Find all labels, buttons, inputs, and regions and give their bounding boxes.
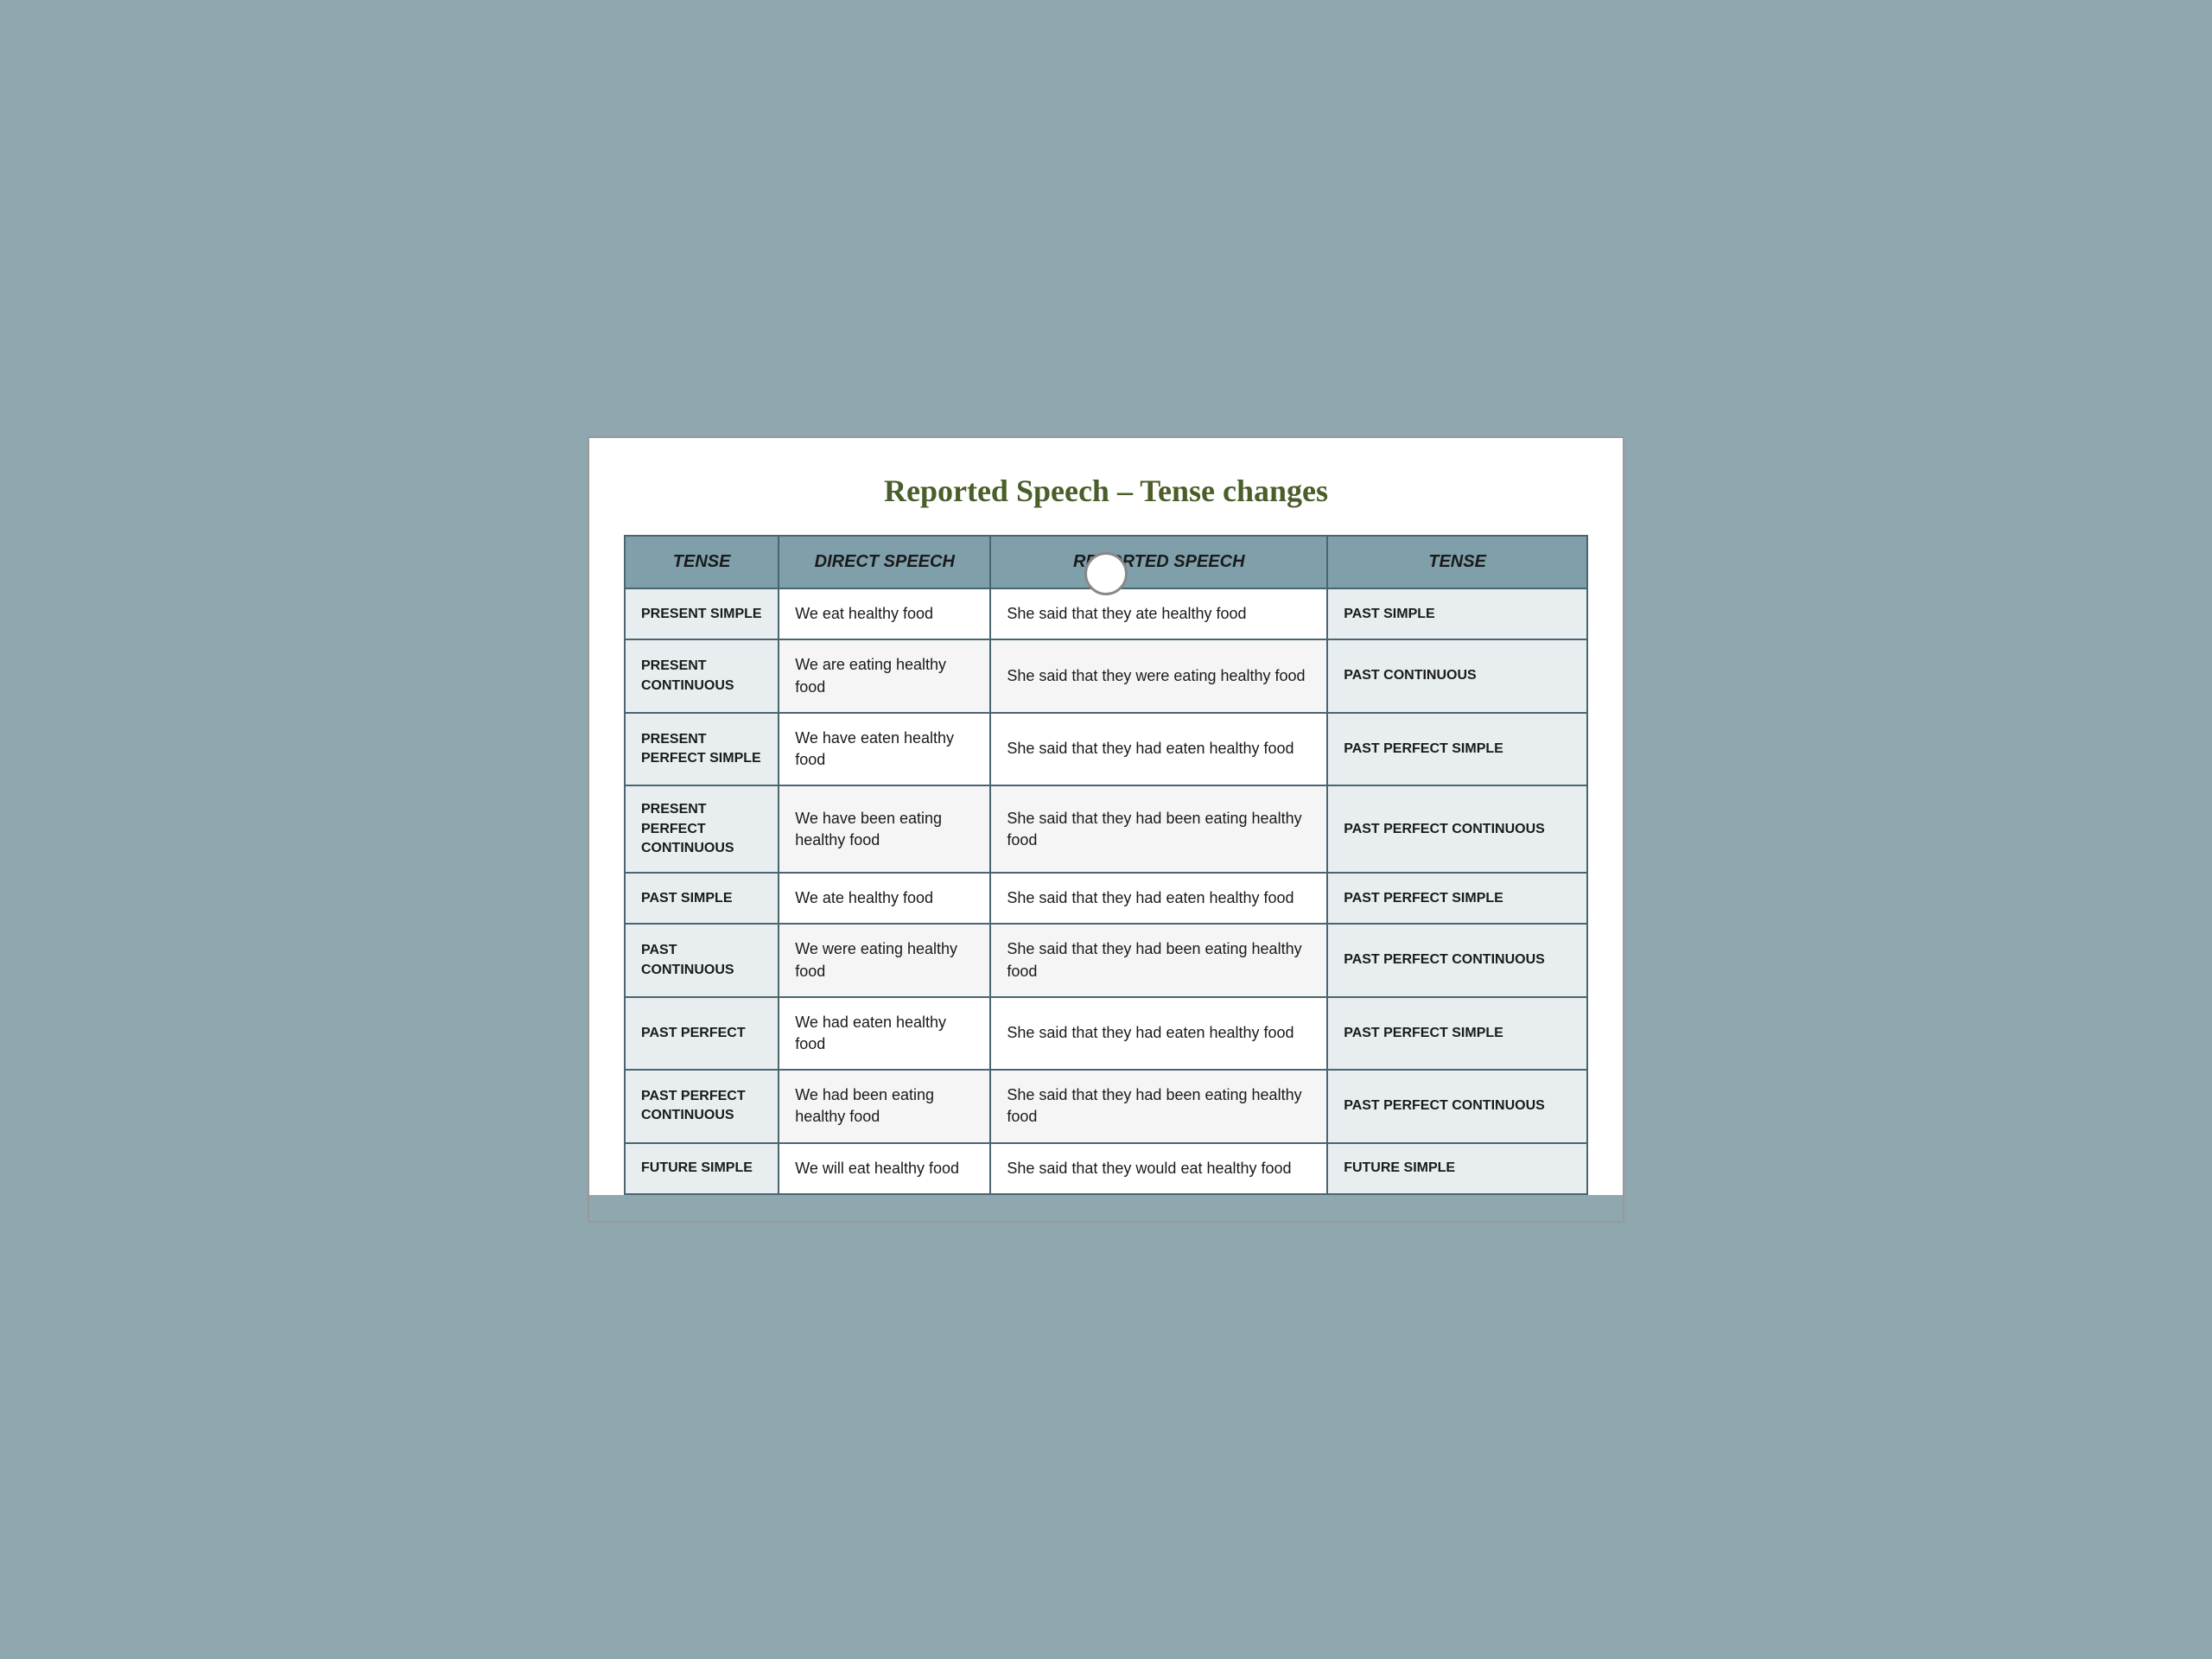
cell-direct: We have been eating healthy food xyxy=(779,785,990,873)
cell-result-tense: PAST PERFECT SIMPLE xyxy=(1327,873,1587,924)
cell-reported: She said that they had been eating healt… xyxy=(990,1070,1327,1142)
cell-reported: She said that they had eaten healthy foo… xyxy=(990,873,1327,924)
header-result-tense: TENSE xyxy=(1327,536,1587,588)
tense-table: TENSE DIRECT SPEECH REPORTED SPEECH TENS… xyxy=(624,535,1588,1195)
cell-result-tense: PAST SIMPLE xyxy=(1327,588,1587,639)
cell-reported: She said that they would eat healthy foo… xyxy=(990,1143,1327,1194)
table-row: PAST PERFECT CONTINUOUSWe had been eatin… xyxy=(625,1070,1587,1142)
table-row: PAST CONTINUOUSWe were eating healthy fo… xyxy=(625,924,1587,996)
table-row: PRESENT PERFECT CONTINUOUSWe have been e… xyxy=(625,785,1587,873)
slide-container: Reported Speech – Tense changes TENSE DI… xyxy=(588,436,1624,1223)
cell-tense: FUTURE SIMPLE xyxy=(625,1143,779,1194)
cell-direct: We eat healthy food xyxy=(779,588,990,639)
cell-tense: PRESENT PERFECT SIMPLE xyxy=(625,713,779,785)
cell-result-tense: PAST CONTINUOUS xyxy=(1327,639,1587,712)
cell-result-tense: PAST PERFECT CONTINUOUS xyxy=(1327,924,1587,996)
cell-direct: We will eat healthy food xyxy=(779,1143,990,1194)
cell-tense: PAST PERFECT xyxy=(625,997,779,1070)
cell-tense: PRESENT PERFECT CONTINUOUS xyxy=(625,785,779,873)
cell-direct: We have eaten healthy food xyxy=(779,713,990,785)
cell-reported: She said that they had eaten healthy foo… xyxy=(990,997,1327,1070)
header-direct-speech: DIRECT SPEECH xyxy=(779,536,990,588)
header-tense: TENSE xyxy=(625,536,779,588)
cell-direct: We are eating healthy food xyxy=(779,639,990,712)
cell-tense: PAST PERFECT CONTINUOUS xyxy=(625,1070,779,1142)
cell-direct: We had eaten healthy food xyxy=(779,997,990,1070)
page-title: Reported Speech – Tense changes xyxy=(624,473,1588,509)
cell-result-tense: PAST PERFECT CONTINUOUS xyxy=(1327,1070,1587,1142)
cell-tense: PAST SIMPLE xyxy=(625,873,779,924)
table-row: PAST PERFECTWe had eaten healthy foodShe… xyxy=(625,997,1587,1070)
cell-reported: She said that they ate healthy food xyxy=(990,588,1327,639)
cell-direct: We had been eating healthy food xyxy=(779,1070,990,1142)
cell-direct: We ate healthy food xyxy=(779,873,990,924)
cell-result-tense: PAST PERFECT CONTINUOUS xyxy=(1327,785,1587,873)
cell-reported: She said that they had eaten healthy foo… xyxy=(990,713,1327,785)
header-reported-speech: REPORTED SPEECH xyxy=(990,536,1327,588)
table-row: PRESENT SIMPLEWe eat healthy foodShe sai… xyxy=(625,588,1587,639)
cell-result-tense: FUTURE SIMPLE xyxy=(1327,1143,1587,1194)
circle-decoration xyxy=(1084,552,1128,595)
cell-tense: PAST CONTINUOUS xyxy=(625,924,779,996)
cell-reported: She said that they had been eating healt… xyxy=(990,924,1327,996)
table-row: PAST SIMPLEWe ate healthy foodShe said t… xyxy=(625,873,1587,924)
table-row: PRESENT PERFECT SIMPLEWe have eaten heal… xyxy=(625,713,1587,785)
table-row: FUTURE SIMPLEWe will eat healthy foodShe… xyxy=(625,1143,1587,1194)
bottom-bar xyxy=(589,1195,1623,1221)
cell-reported: She said that they had been eating healt… xyxy=(990,785,1327,873)
table-row: PRESENT CONTINUOUSWe are eating healthy … xyxy=(625,639,1587,712)
cell-tense: PRESENT CONTINUOUS xyxy=(625,639,779,712)
cell-result-tense: PAST PERFECT SIMPLE xyxy=(1327,997,1587,1070)
cell-tense: PRESENT SIMPLE xyxy=(625,588,779,639)
cell-direct: We were eating healthy food xyxy=(779,924,990,996)
cell-result-tense: PAST PERFECT SIMPLE xyxy=(1327,713,1587,785)
cell-reported: She said that they were eating healthy f… xyxy=(990,639,1327,712)
